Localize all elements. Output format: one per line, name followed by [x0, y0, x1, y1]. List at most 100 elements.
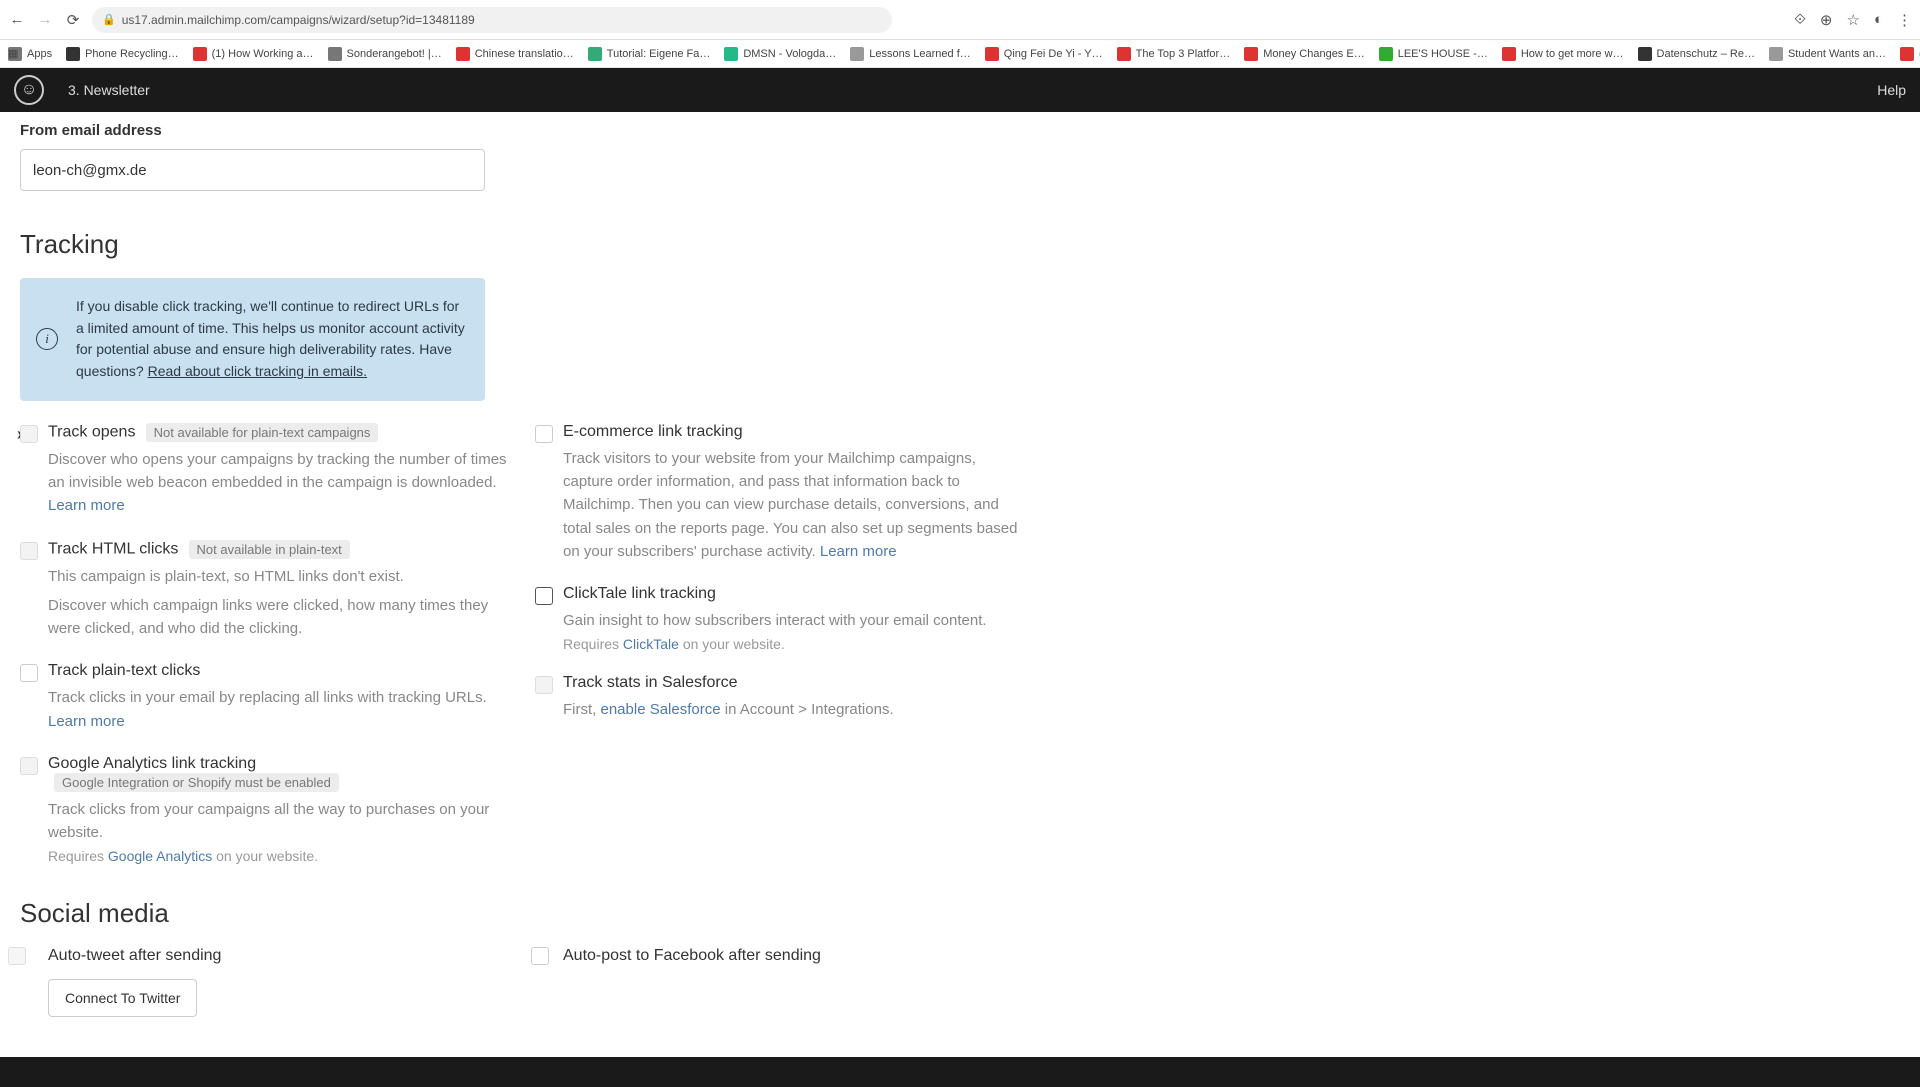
- bookmark-favicon-icon: [1379, 47, 1393, 61]
- bookmark-item[interactable]: DMSN - Vologda…: [724, 47, 836, 61]
- track-html-note: This campaign is plain-text, so HTML lin…: [48, 565, 510, 588]
- bookmark-item[interactable]: Tutorial: Eigene Fa…: [588, 47, 711, 61]
- track-plain-title: Track plain-text clicks: [48, 662, 200, 679]
- track-html-badge: Not available in plain-text: [189, 540, 350, 559]
- ecommerce-desc: Track visitors to your website from your…: [563, 447, 1025, 563]
- track-plain-desc: Track clicks in your email by replacing …: [48, 686, 510, 733]
- info-link[interactable]: Read about click tracking in emails.: [148, 363, 367, 379]
- breadcrumb[interactable]: 3. Newsletter: [68, 82, 150, 98]
- ecommerce-title: E-commerce link tracking: [563, 423, 743, 440]
- clicktale-requires: Requires ClickTale on your website.: [563, 636, 1025, 652]
- track-opens-learn-more-link[interactable]: Learn more: [48, 497, 125, 514]
- bookmark-item[interactable]: Datenschutz – Re…: [1638, 47, 1755, 61]
- tracking-right-column: E-commerce link tracking Track visitors …: [535, 423, 1025, 887]
- ga-requires: Requires Google Analytics on your websit…: [48, 848, 510, 864]
- salesforce-title: Track stats in Salesforce: [563, 674, 738, 691]
- bookmark-item[interactable]: Money Changes E…: [1244, 47, 1365, 61]
- apps-button[interactable]: ▦ Apps: [8, 47, 52, 61]
- ecommerce-learn-more-link[interactable]: Learn more: [820, 543, 897, 560]
- bookmark-favicon-icon: [1769, 47, 1783, 61]
- track-plain-learn-more-link[interactable]: Learn more: [48, 713, 125, 730]
- help-link[interactable]: Help: [1877, 82, 1906, 98]
- translate-icon[interactable]: ⟐: [1794, 11, 1806, 28]
- ecommerce-checkbox[interactable]: [535, 425, 553, 443]
- tracking-info-box: i If you disable click tracking, we'll c…: [20, 278, 485, 401]
- chrome-right-icons: ⟐ ⊕ ☆ ◐ ⋮: [1794, 11, 1912, 29]
- url-text: us17.admin.mailchimp.com/campaigns/wizar…: [122, 13, 475, 27]
- bookmark-item[interactable]: Sonderangebot! |…: [328, 47, 442, 61]
- bookmark-favicon-icon: [850, 47, 864, 61]
- bookmark-favicon-icon: [724, 47, 738, 61]
- clicktale-checkbox[interactable]: [535, 587, 553, 605]
- bookmark-favicon-icon: [193, 47, 207, 61]
- from-email-label: From email address: [20, 122, 1900, 139]
- main-content: From email address Tracking i If you dis…: [0, 112, 1920, 1057]
- apps-icon: ▦: [8, 47, 22, 61]
- tracking-left-column: Track opens Not available for plain-text…: [20, 423, 510, 887]
- bookmark-item[interactable]: Student Wants an…: [1769, 47, 1886, 61]
- bookmark-favicon-icon: [1117, 47, 1131, 61]
- url-bar[interactable]: 🔒 us17.admin.mailchimp.com/campaigns/wiz…: [92, 7, 892, 33]
- menu-icon[interactable]: ⋮: [1897, 11, 1912, 29]
- reload-button[interactable]: ⟳: [64, 11, 82, 29]
- track-opens-title: Track opens: [48, 423, 135, 440]
- clicktale-title: ClickTale link tracking: [563, 585, 716, 602]
- forward-button[interactable]: →: [36, 11, 54, 29]
- bookmark-favicon-icon: [1900, 47, 1914, 61]
- track-opens-desc: Discover who opens your campaigns by tra…: [48, 448, 510, 518]
- info-icon: i: [36, 328, 58, 350]
- salesforce-desc: First, enable Salesforce in Account > In…: [563, 698, 1025, 721]
- auto-facebook-title: Auto-post to Facebook after sending: [563, 947, 821, 964]
- star-icon[interactable]: ☆: [1846, 11, 1859, 29]
- bookmark-favicon-icon: [985, 47, 999, 61]
- bookmark-item[interactable]: Phone Recycling…: [66, 47, 179, 61]
- bookmark-item[interactable]: How to get more w…: [1502, 47, 1624, 61]
- bookmark-favicon-icon: [66, 47, 80, 61]
- ga-link[interactable]: Google Analytics: [108, 848, 212, 864]
- clicktale-link[interactable]: ClickTale: [623, 636, 679, 652]
- ga-desc: Track clicks from your campaigns all the…: [48, 798, 510, 845]
- bookmark-item[interactable]: LEE'S HOUSE -…: [1379, 47, 1488, 61]
- bookmark-item[interactable]: Qing Fei De Yi - Y…: [985, 47, 1103, 61]
- tracking-heading: Tracking: [20, 229, 1900, 260]
- mailchimp-logo-icon[interactable]: ☺: [14, 75, 44, 105]
- bookmark-favicon-icon: [456, 47, 470, 61]
- track-plain-clicks-option: Track plain-text clicks Track clicks in …: [20, 662, 510, 733]
- salesforce-link[interactable]: enable Salesforce: [601, 701, 721, 718]
- track-opens-badge: Not available for plain-text campaigns: [146, 423, 379, 442]
- bookmark-favicon-icon: [588, 47, 602, 61]
- clicktale-option: ClickTale link tracking Gain insight to …: [535, 585, 1025, 652]
- zoom-icon[interactable]: ⊕: [1820, 11, 1833, 29]
- bookmark-favicon-icon: [1244, 47, 1258, 61]
- bookmark-item[interactable]: Lessons Learned f…: [850, 47, 971, 61]
- auto-tweet-checkbox: [8, 947, 26, 965]
- track-html-clicks-option: Track HTML clicks Not available in plain…: [20, 540, 510, 641]
- salesforce-option: Track stats in Salesforce First, enable …: [535, 674, 1025, 721]
- auto-facebook-checkbox[interactable]: [531, 947, 549, 965]
- lock-icon: 🔒: [102, 13, 116, 26]
- track-html-desc: Discover which campaign links were click…: [48, 594, 510, 641]
- bookmark-item[interactable]: The Top 3 Platfor…: [1117, 47, 1231, 61]
- connect-twitter-button[interactable]: Connect To Twitter: [48, 979, 197, 1017]
- social-media-heading: Social media: [20, 898, 1900, 929]
- bookmark-item[interactable]: (2) How To Add A…: [1900, 47, 1920, 61]
- ga-badge: Google Integration or Shopify must be en…: [54, 773, 339, 792]
- bookmarks-bar: ▦ Apps Phone Recycling… (1) How Working a…: [0, 40, 1920, 68]
- ga-checkbox: [20, 757, 38, 775]
- bookmark-item[interactable]: Chinese translatio…: [456, 47, 574, 61]
- track-html-checkbox: [20, 542, 38, 560]
- browser-toolbar: ← → ⟳ 🔒 us17.admin.mailchimp.com/campaig…: [0, 0, 1920, 40]
- bottom-bar: [0, 1057, 1920, 1087]
- back-button[interactable]: ←: [8, 11, 26, 29]
- clicktale-desc: Gain insight to how subscribers interact…: [563, 609, 1025, 632]
- auto-facebook-option: Auto-post to Facebook after sending: [535, 947, 1025, 1017]
- auto-tweet-option: Auto-tweet after sending Connect To Twit…: [20, 947, 510, 1017]
- bookmark-favicon-icon: [328, 47, 342, 61]
- ga-title: Google Analytics link tracking: [48, 755, 256, 772]
- track-plain-checkbox[interactable]: [20, 664, 38, 682]
- profile-icon[interactable]: ◐: [1874, 11, 1883, 28]
- auto-tweet-title: Auto-tweet after sending: [48, 947, 221, 964]
- bookmark-favicon-icon: [1502, 47, 1516, 61]
- bookmark-item[interactable]: (1) How Working a…: [193, 47, 314, 61]
- from-email-input[interactable]: [20, 149, 485, 191]
